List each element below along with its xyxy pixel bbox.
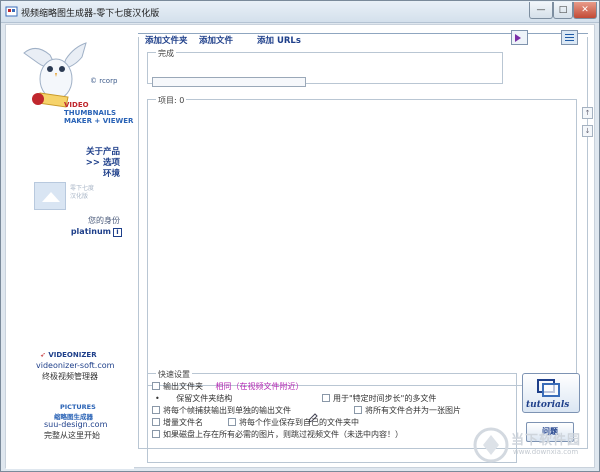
skip-if-exists-checkbox[interactable] <box>152 430 160 438</box>
quick-settings-legend: 快速设置 <box>156 369 192 380</box>
for-multiple-checkbox[interactable] <box>322 394 330 402</box>
same-as-video-link[interactable]: 相同（在视频文件附近） <box>216 382 304 391</box>
watermark-url: www.downxia.com <box>513 448 579 456</box>
ghost-watermark-text: 零下七度 汉化版 <box>70 185 94 201</box>
add-filename-checkbox[interactable] <box>152 418 160 426</box>
videonizer-logo-text: VIDEONIZER <box>48 351 97 359</box>
move-up-button[interactable]: ↑ <box>582 107 593 119</box>
for-multiple-label: 用于"特定时间步长"的多文件 <box>333 394 437 403</box>
tutorials-label: tutorials <box>526 400 570 410</box>
items-list[interactable] <box>147 99 577 386</box>
option-each-frame[interactable]: 将每个帧捕获输出到单独的输出文件 <box>152 405 291 416</box>
videonizer-link[interactable]: videonizer-soft.com <box>36 361 114 370</box>
app-window: 视频缩略图生成器-零下七度汉化版 — □ ✕ © rcorp VIDEO THU… <box>0 0 600 472</box>
placeholder-logo-icon <box>34 182 66 210</box>
identity-label: 您的身份 <box>88 216 120 225</box>
output-folder-label: 输出文件夹 <box>163 382 203 391</box>
add-filename-label: 增量文件名 <box>163 418 203 427</box>
identity-value[interactable]: platinum i <box>71 227 122 237</box>
ghost-line-1: 零下七度 <box>70 185 95 192</box>
pictures-logo[interactable]: PICTURES <box>60 403 96 411</box>
option-keep-structure[interactable]: • 保留文件夹结构 <box>155 393 232 404</box>
bullet: • <box>155 394 160 403</box>
watermark-text: 当下软件园 <box>511 433 582 448</box>
save-each-job-checkbox[interactable] <box>228 418 236 426</box>
output-folder-checkbox[interactable] <box>152 382 160 390</box>
nav-options[interactable]: >> 选项 <box>86 158 120 169</box>
done-legend: 完成 <box>156 48 176 59</box>
brand-line-2: THUMBNAILS <box>64 109 117 117</box>
suu-subtitle: 完整从这里开始 <box>44 431 100 440</box>
sidebar: © rcorp VIDEO THUMBNAILS MAKER + VIEWER … <box>6 25 134 469</box>
option-save-each-job[interactable]: 将每个作业保存到自己的文件夹中 <box>228 417 359 428</box>
maximize-button[interactable]: □ <box>553 2 573 19</box>
move-down-button[interactable]: ↓ <box>582 125 593 137</box>
option-output-folder[interactable]: 输出文件夹 相同（在视频文件附近） <box>152 381 304 392</box>
keep-structure-label: 保留文件夹结构 <box>176 394 233 403</box>
tutorials-button[interactable]: tutorials <box>522 373 580 413</box>
option-skip-if-exists[interactable]: 如果磁盘上存在所有必需的图片，则跳过视频文件（未选中内容！） <box>152 429 403 440</box>
videonizer-subtitle: 终极视频管理器 <box>42 372 98 381</box>
nav-environment[interactable]: 环境 <box>86 169 120 180</box>
tutorials-frame-icon-2 <box>542 383 560 397</box>
title-bar[interactable]: 视频缩略图生成器-零下七度汉化版 — □ ✕ <box>1 1 599 23</box>
videonizer-logo[interactable]: ➶ VIDEONIZER <box>40 351 97 359</box>
option-for-multiple[interactable]: 用于"特定时间步长"的多文件 <box>322 393 436 404</box>
option-merge-all[interactable]: 将所有文件合并为一张图片 <box>354 405 461 416</box>
rcorp-label: © rcorp <box>90 77 118 85</box>
identity-level: platinum <box>70 227 111 236</box>
merge-all-checkbox[interactable] <box>354 406 362 414</box>
close-button[interactable]: ✕ <box>573 2 597 19</box>
each-frame-label: 将每个帧捕获输出到单独的输出文件 <box>163 406 291 415</box>
merge-all-label: 将所有文件合并为一张图片 <box>365 406 461 415</box>
minimize-button[interactable]: — <box>529 2 553 19</box>
save-each-job-label: 将每个作业保存到自己的文件夹中 <box>239 418 359 427</box>
option-add-filename[interactable]: 增量文件名 <box>152 417 203 428</box>
client-area: © rcorp VIDEO THUMBNAILS MAKER + VIEWER … <box>5 24 595 469</box>
brand-text: VIDEO THUMBNAILS MAKER + VIEWER <box>64 101 133 125</box>
suu-link[interactable]: suu-design.com <box>44 420 107 429</box>
ghost-line-2: 汉化版 <box>70 193 89 200</box>
sidebar-nav: 关于产品 >> 选项 环境 <box>86 147 120 180</box>
nav-about[interactable]: 关于产品 <box>86 147 120 158</box>
window-title: 视频缩略图生成器-零下七度汉化版 <box>21 9 160 19</box>
items-legend: 项目: 0 <box>156 95 187 106</box>
app-icon <box>5 6 18 17</box>
progress-bar <box>152 77 306 87</box>
each-frame-checkbox[interactable] <box>152 406 160 414</box>
brand-line-3: MAKER + VIEWER <box>64 117 134 125</box>
brand-line-1: VIDEO <box>64 101 89 109</box>
info-icon[interactable]: i <box>113 228 122 237</box>
skip-if-exists-label: 如果磁盘上存在所有必需的图片，则跳过视频文件（未选中内容！） <box>163 430 403 439</box>
